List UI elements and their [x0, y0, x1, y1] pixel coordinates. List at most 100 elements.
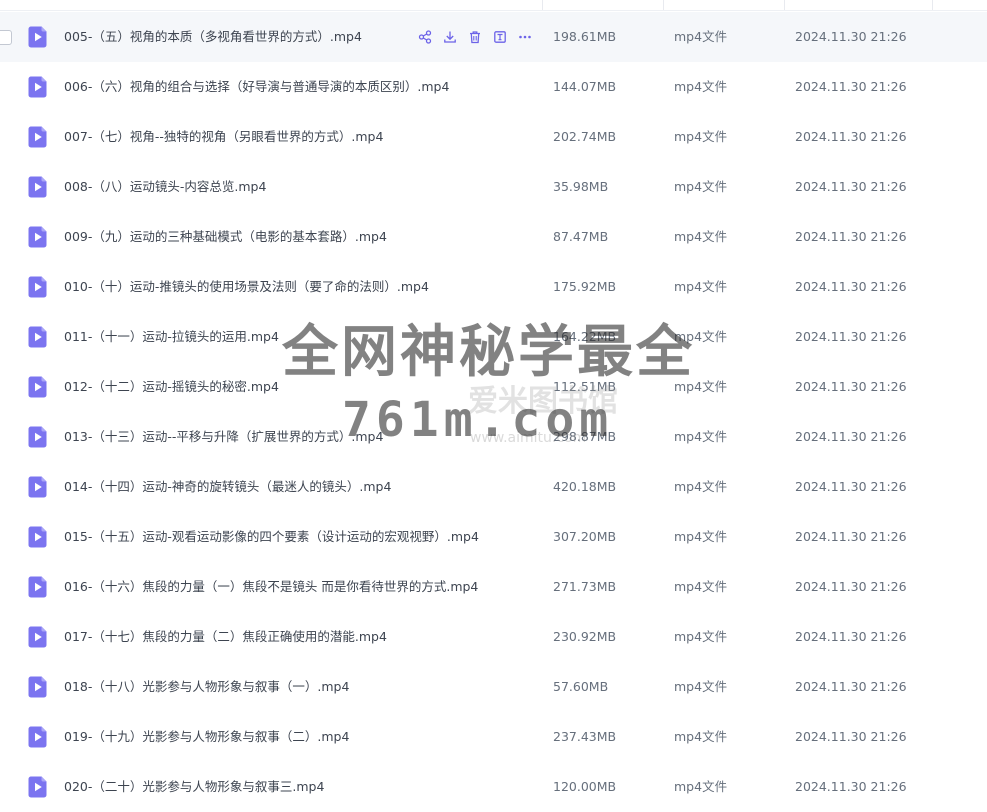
video-file-icon — [28, 776, 48, 798]
modified-time: 2024.11.30 21:26 — [795, 529, 907, 544]
file-type: mp4文件 — [674, 729, 728, 744]
file-type: mp4文件 — [674, 679, 728, 694]
file-name[interactable]: 016-（十六）焦段的力量（一）焦段不是镜头 而是你看待世界的方式.mp4 — [64, 578, 478, 596]
video-file-icon — [28, 326, 48, 348]
file-size: 35.98MB — [553, 179, 609, 194]
file-size: 298.87MB — [553, 429, 617, 444]
file-name[interactable]: 014-（十四）运动-神奇的旋转镜头（最迷人的镜头）.mp4 — [64, 478, 391, 496]
video-file-icon — [28, 76, 48, 98]
file-row[interactable]: 011-（十一）运动-拉镜头的运用.mp4 164.22MB mp4文件 2024.1… — [0, 312, 987, 362]
video-file-icon — [28, 126, 48, 148]
video-file-icon — [28, 276, 48, 298]
file-name[interactable]: 005-（五）视角的本质（多视角看世界的方式）.mp4 — [64, 28, 362, 46]
more-icon[interactable] — [516, 29, 533, 46]
file-size: 271.73MB — [553, 579, 617, 594]
file-size: 307.20MB — [553, 529, 617, 544]
column-divider — [542, 0, 543, 10]
file-size: 420.18MB — [553, 479, 617, 494]
file-size: 237.43MB — [553, 729, 617, 744]
file-row[interactable]: 017-（十七）焦段的力量（二）焦段正确使用的潜能.mp4 230.92MB mp4… — [0, 612, 987, 662]
file-row[interactable]: 018-（十八）光影参与人物形象与叙事（一）.mp4 57.60MB mp4文件 20… — [0, 662, 987, 712]
file-name[interactable]: 017-（十七）焦段的力量（二）焦段正确使用的潜能.mp4 — [64, 628, 387, 646]
file-type: mp4文件 — [674, 179, 728, 194]
modified-time: 2024.11.30 21:26 — [795, 229, 907, 244]
file-name[interactable]: 008-（八）运动镜头-内容总览.mp4 — [64, 178, 266, 196]
modified-time: 2024.11.30 21:26 — [795, 679, 907, 694]
video-file-icon — [28, 576, 48, 598]
file-name[interactable]: 010-（十）运动-推镜头的使用场景及法则（要了命的法则）.mp4 — [64, 278, 429, 296]
file-size: 164.22MB — [553, 329, 617, 344]
column-divider — [932, 0, 933, 10]
download-icon[interactable] — [441, 29, 458, 46]
file-name[interactable]: 020-（二十）光影参与人物形象与叙事三.mp4 — [64, 778, 324, 796]
column-divider — [663, 0, 664, 10]
file-list: 005-（五）视角的本质（多视角看世界的方式）.mp4 198.61MB mp4文件… — [0, 12, 987, 812]
file-size: 112.51MB — [553, 379, 617, 394]
file-type: mp4文件 — [674, 429, 728, 444]
file-type: mp4文件 — [674, 229, 728, 244]
file-size: 202.74MB — [553, 129, 617, 144]
file-size: 87.47MB — [553, 229, 609, 244]
file-type: mp4文件 — [674, 479, 728, 494]
file-row[interactable]: 009-（九）运动的三种基础模式（电影的基本套路）.mp4 87.47MB mp4文… — [0, 212, 987, 262]
file-type: mp4文件 — [674, 629, 728, 644]
rename-icon[interactable] — [491, 29, 508, 46]
file-row[interactable]: 007-（七）视角--独特的视角（另眼看世界的方式）.mp4 202.74MB mp… — [0, 112, 987, 162]
file-type: mp4文件 — [674, 529, 728, 544]
video-file-icon — [28, 26, 48, 48]
row-actions — [416, 28, 533, 46]
file-name[interactable]: 018-（十八）光影参与人物形象与叙事（一）.mp4 — [64, 678, 349, 696]
video-file-icon — [28, 376, 48, 398]
column-divider — [784, 0, 785, 10]
file-size: 230.92MB — [553, 629, 617, 644]
file-row[interactable]: 015-（十五）运动-观看运动影像的四个要素（设计运动的宏观视野）.mp4 307… — [0, 512, 987, 562]
delete-icon[interactable] — [466, 29, 483, 46]
file-row[interactable]: 006-（六）视角的组合与选择（好导演与普通导演的本质区别）.mp4 144.07… — [0, 62, 987, 112]
file-name[interactable]: 006-（六）视角的组合与选择（好导演与普通导演的本质区别）.mp4 — [64, 78, 449, 96]
video-file-icon — [28, 526, 48, 548]
file-row[interactable]: 012-（十二）运动-摇镜头的秘密.mp4 112.51MB mp4文件 2024.1… — [0, 362, 987, 412]
file-name[interactable]: 013-（十三）运动--平移与升降（扩展世界的方式）.mp4 — [64, 428, 383, 446]
file-row[interactable]: 010-（十）运动-推镜头的使用场景及法则（要了命的法则）.mp4 175.92M… — [0, 262, 987, 312]
file-type: mp4文件 — [674, 129, 728, 144]
file-row[interactable]: 019-（十九）光影参与人物形象与叙事（二）.mp4 237.43MB mp4文件 2… — [0, 712, 987, 762]
modified-time: 2024.11.30 21:26 — [795, 729, 907, 744]
modified-time: 2024.11.30 21:26 — [795, 779, 907, 794]
row-checkbox[interactable] — [0, 30, 12, 45]
file-row[interactable]: 005-（五）视角的本质（多视角看世界的方式）.mp4 198.61MB mp4文件… — [0, 12, 987, 62]
video-file-icon — [28, 626, 48, 648]
modified-time: 2024.11.30 21:26 — [795, 29, 907, 44]
file-type: mp4文件 — [674, 379, 728, 394]
file-size: 175.92MB — [553, 279, 617, 294]
file-size: 144.07MB — [553, 79, 617, 94]
file-name[interactable]: 007-（七）视角--独特的视角（另眼看世界的方式）.mp4 — [64, 128, 383, 146]
video-file-icon — [28, 726, 48, 748]
file-name[interactable]: 009-（九）运动的三种基础模式（电影的基本套路）.mp4 — [64, 228, 387, 246]
file-name[interactable]: 011-（十一）运动-拉镜头的运用.mp4 — [64, 328, 279, 346]
file-type: mp4文件 — [674, 579, 728, 594]
file-type: mp4文件 — [674, 79, 728, 94]
file-row[interactable]: 016-（十六）焦段的力量（一）焦段不是镜头 而是你看待世界的方式.mp4 271… — [0, 562, 987, 612]
modified-time: 2024.11.30 21:26 — [795, 329, 907, 344]
video-file-icon — [28, 476, 48, 498]
file-type: mp4文件 — [674, 779, 728, 794]
video-file-icon — [28, 426, 48, 448]
file-name[interactable]: 015-（十五）运动-观看运动影像的四个要素（设计运动的宏观视野）.mp4 — [64, 528, 479, 546]
file-row[interactable]: 008-（八）运动镜头-内容总览.mp4 35.98MB mp4文件 2024.11.… — [0, 162, 987, 212]
video-file-icon — [28, 226, 48, 248]
video-file-icon — [28, 676, 48, 698]
file-row[interactable]: 020-（二十）光影参与人物形象与叙事三.mp4 120.00MB mp4文件 202… — [0, 762, 987, 812]
share-icon[interactable] — [416, 29, 433, 46]
modified-time: 2024.11.30 21:26 — [795, 429, 907, 444]
file-size: 57.60MB — [553, 679, 609, 694]
video-file-icon — [28, 176, 48, 198]
modified-time: 2024.11.30 21:26 — [795, 279, 907, 294]
file-row[interactable]: 014-（十四）运动-神奇的旋转镜头（最迷人的镜头）.mp4 420.18MB mp… — [0, 462, 987, 512]
file-row[interactable]: 013-（十三）运动--平移与升降（扩展世界的方式）.mp4 298.87MB mp… — [0, 412, 987, 462]
file-name[interactable]: 019-（十九）光影参与人物形象与叙事（二）.mp4 — [64, 728, 349, 746]
modified-time: 2024.11.30 21:26 — [795, 579, 907, 594]
modified-time: 2024.11.30 21:26 — [795, 129, 907, 144]
file-name[interactable]: 012-（十二）运动-摇镜头的秘密.mp4 — [64, 378, 279, 396]
file-type: mp4文件 — [674, 329, 728, 344]
file-type: mp4文件 — [674, 279, 728, 294]
